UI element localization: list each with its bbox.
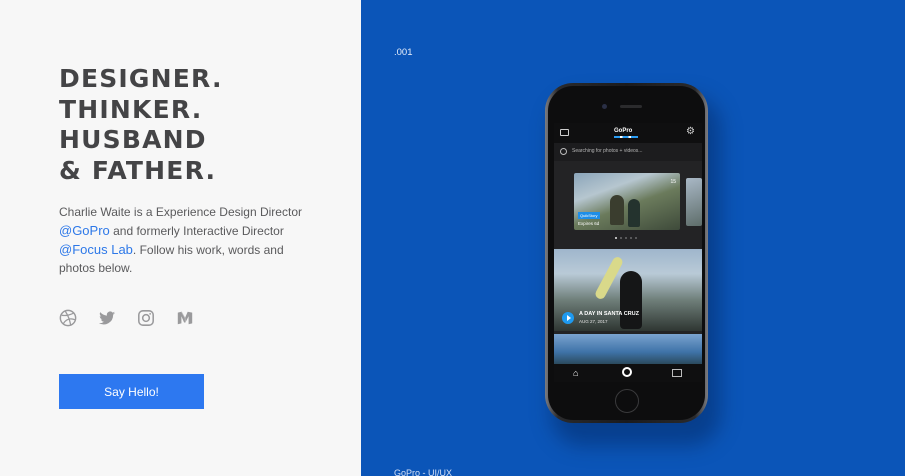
gopro-link[interactable]: @GoPro <box>59 223 110 238</box>
phone-home-button <box>615 389 639 413</box>
card-expiry: Expires 6d <box>578 221 600 226</box>
dribbble-icon[interactable] <box>59 309 77 327</box>
gopro-logo: GoPro <box>614 128 633 134</box>
featured-video: A DAY IN SANTA CRUZ AUG 27, 2017 <box>554 249 702 331</box>
headline: DESIGNER. THINKER. HUSBAND & FATHER. <box>59 64 349 186</box>
spinner-icon <box>560 148 567 155</box>
app-screen: GoPro ⚙ Searching for photos + videos...… <box>554 123 702 382</box>
camera-icon <box>602 104 607 109</box>
search-status: Searching for photos + videos... <box>554 143 702 161</box>
carousel-dot <box>635 237 637 239</box>
phone-body: GoPro ⚙ Searching for photos + videos...… <box>548 86 705 420</box>
intro-panel: DESIGNER. THINKER. HUSBAND & FATHER. Cha… <box>0 0 361 476</box>
search-status-text: Searching for photos + videos... <box>572 148 643 154</box>
quik-icon <box>622 367 632 377</box>
video-title: A DAY IN SANTA CRUZ <box>579 311 639 317</box>
story-card: 15 QuikStory Expires 6d <box>574 173 680 230</box>
speaker-grille <box>620 105 642 108</box>
logo-stripe <box>614 136 638 138</box>
app-tabbar: ⌂ <box>554 364 702 382</box>
second-video <box>554 334 702 364</box>
bio-part: Charlie Waite is a Experience Design Dir… <box>59 205 302 219</box>
carousel-dot <box>630 237 632 239</box>
next-story-card <box>686 178 702 226</box>
app-topbar: GoPro ⚙ <box>554 123 702 143</box>
carousel-dot <box>615 237 617 239</box>
video-date: AUG 27, 2017 <box>579 319 608 324</box>
headline-line: DESIGNER. <box>59 64 223 93</box>
gear-icon: ⚙ <box>686 126 695 137</box>
phone-mockup: GoPro ⚙ Searching for photos + videos...… <box>545 83 708 423</box>
camera-control-icon <box>560 129 569 136</box>
twitter-icon[interactable] <box>98 309 116 327</box>
card-tag: QuikStory <box>578 212 600 219</box>
carousel-dots <box>615 237 637 239</box>
person-shape <box>610 195 624 225</box>
project-number: .001 <box>394 47 413 58</box>
person-shape <box>628 199 640 227</box>
medium-icon[interactable] <box>176 309 194 327</box>
play-icon <box>562 312 574 324</box>
say-hello-button[interactable]: Say Hello! <box>59 374 204 409</box>
social-links <box>59 309 194 327</box>
headline-line: HUSBAND <box>59 125 207 154</box>
focus-lab-link[interactable]: @Focus Lab <box>59 242 133 257</box>
card-date: 15 <box>670 179 676 185</box>
headline-line: THINKER. <box>59 94 203 124</box>
project-panel[interactable]: .001 GoPro ⚙ Searching for photos + vide… <box>361 0 905 476</box>
surfer-shape <box>620 271 642 329</box>
instagram-icon[interactable] <box>137 309 155 327</box>
carousel-dot <box>625 237 627 239</box>
headline-line: & FATHER. <box>59 155 217 185</box>
home-icon: ⌂ <box>573 368 579 378</box>
bio-part: and formerly Interactive Director <box>109 223 284 238</box>
carousel-dot <box>620 237 622 239</box>
bio-text: Charlie Waite is a Experience Design Dir… <box>59 203 309 278</box>
media-icon <box>672 369 682 377</box>
project-caption: GoPro - UI/UX <box>394 468 453 476</box>
